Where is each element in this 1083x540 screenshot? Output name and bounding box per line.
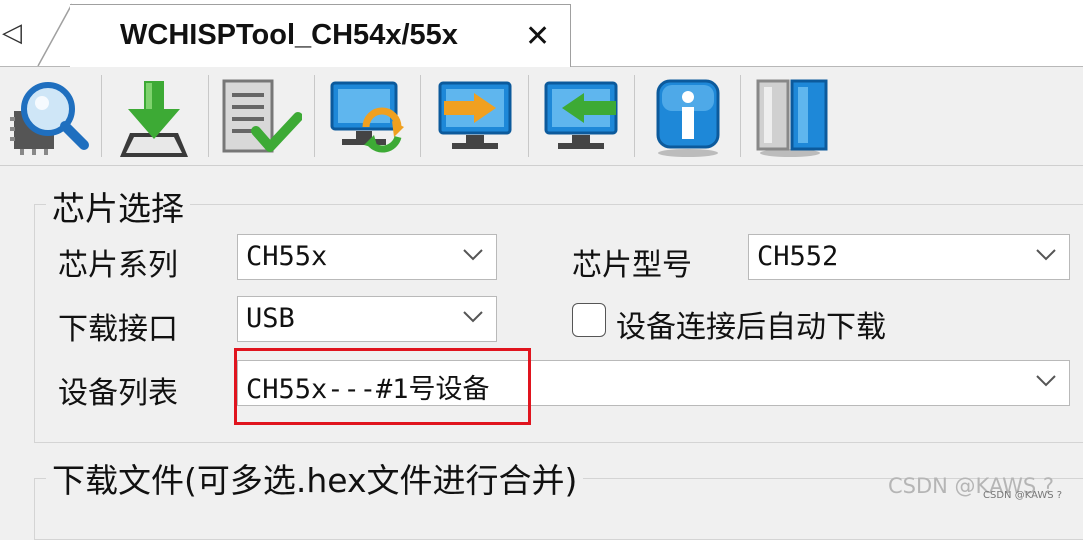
toolbar-separator xyxy=(740,75,741,157)
chevron-down-icon xyxy=(463,249,483,261)
device-list-label: 设备列表 xyxy=(58,376,178,411)
highlight-annotation-box xyxy=(234,348,531,425)
chip-select-title: 芯片选择 xyxy=(46,182,190,230)
download-file-title: 下载文件(可多选.hex文件进行合并) xyxy=(46,454,584,502)
toolbar-separator xyxy=(208,75,209,157)
download-icon[interactable] xyxy=(112,75,196,159)
watermark-small: CSDN @KAWS ? xyxy=(983,490,1063,501)
download-interface-select[interactable]: USB xyxy=(237,296,497,342)
chip-model-value: CH552 xyxy=(757,241,839,272)
chip-search-icon[interactable] xyxy=(8,75,92,159)
chip-series-value: CH55x xyxy=(246,241,328,272)
download-interface-label: 下载接口 xyxy=(58,312,178,347)
chip-model-select[interactable]: CH552 xyxy=(748,234,1070,280)
chevron-down-icon xyxy=(463,311,483,323)
export-icon[interactable] xyxy=(434,75,518,159)
toolbar-separator xyxy=(634,75,635,157)
panel-toggle-icon[interactable] xyxy=(752,75,836,159)
import-icon[interactable] xyxy=(540,75,624,159)
toolbar-separator xyxy=(101,75,102,157)
toolbar-separator xyxy=(528,75,529,157)
download-interface-value: USB xyxy=(246,303,295,334)
chevron-down-icon xyxy=(1036,249,1056,261)
refresh-device-icon[interactable] xyxy=(326,75,410,159)
info-icon[interactable] xyxy=(648,75,732,159)
chevron-down-icon xyxy=(1036,375,1056,387)
toolbar xyxy=(0,67,1083,166)
tab-edge-decoration xyxy=(37,3,73,66)
chip-model-label: 芯片型号 xyxy=(572,248,692,283)
verify-icon[interactable] xyxy=(218,75,302,159)
chip-series-label: 芯片系列 xyxy=(58,248,178,283)
auto-download-checkbox[interactable] xyxy=(572,303,606,337)
tab-close-icon[interactable]: ✕ xyxy=(525,19,550,54)
chip-series-select[interactable]: CH55x xyxy=(237,234,497,280)
tab-wchisptool[interactable]: WCHISPTool_CH54x/55x ✕ xyxy=(70,4,571,67)
tab-title: WCHISPTool_CH54x/55x xyxy=(120,19,458,51)
tab-strip: ◁ WCHISPTool_CH54x/55x ✕ xyxy=(0,0,1083,67)
toolbar-separator xyxy=(314,75,315,157)
auto-download-label: 设备连接后自动下载 xyxy=(616,310,886,345)
toolbar-separator xyxy=(420,75,421,157)
